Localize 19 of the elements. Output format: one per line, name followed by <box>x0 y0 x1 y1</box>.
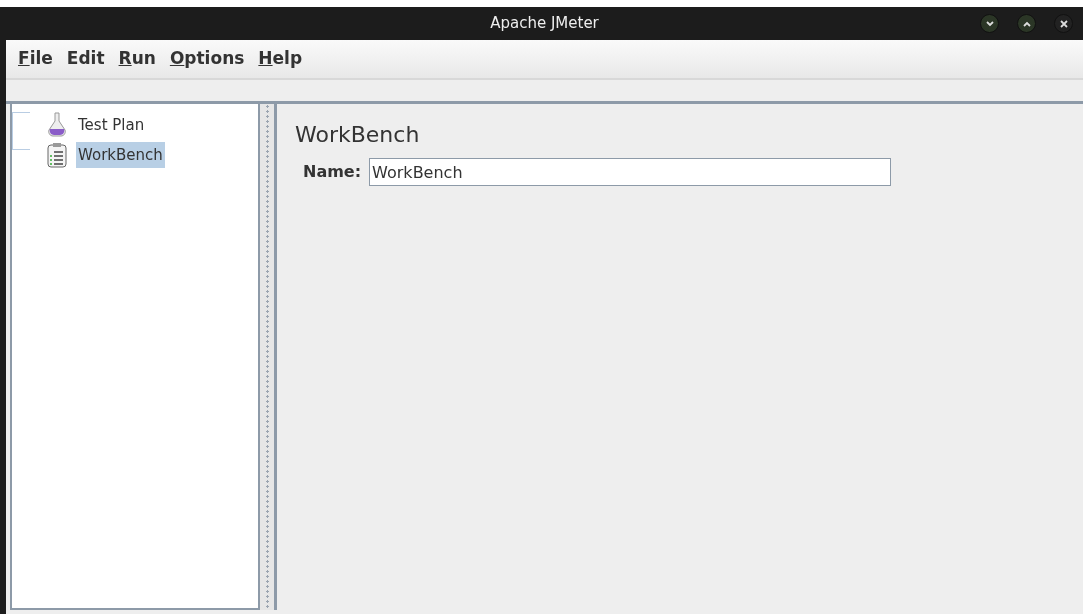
menu-item[interactable]: File <box>18 46 53 72</box>
menu-item[interactable]: Help <box>258 46 303 72</box>
splitter-handle[interactable] <box>260 104 274 610</box>
clipboard-icon <box>46 142 68 168</box>
name-field[interactable]: WorkBench <box>369 158 892 187</box>
window-title: Apache JMeter <box>490 13 599 35</box>
tree-item[interactable]: Test Plan <box>76 111 147 139</box>
menu-item[interactable]: Run <box>118 46 156 72</box>
maximize-button[interactable] <box>1017 14 1036 33</box>
tree-item[interactable]: WorkBench <box>76 141 165 169</box>
name-label: Name: <box>303 161 362 184</box>
panel-title: WorkBench <box>295 122 421 149</box>
menu-item[interactable]: Edit <box>66 46 105 72</box>
menu-item[interactable]: Options <box>169 46 245 72</box>
minimize-button[interactable] <box>980 14 999 33</box>
close-icon <box>1057 17 1070 30</box>
close-button[interactable] <box>1054 14 1073 33</box>
flask-icon <box>46 112 68 138</box>
tree-connector-line <box>12 112 30 150</box>
